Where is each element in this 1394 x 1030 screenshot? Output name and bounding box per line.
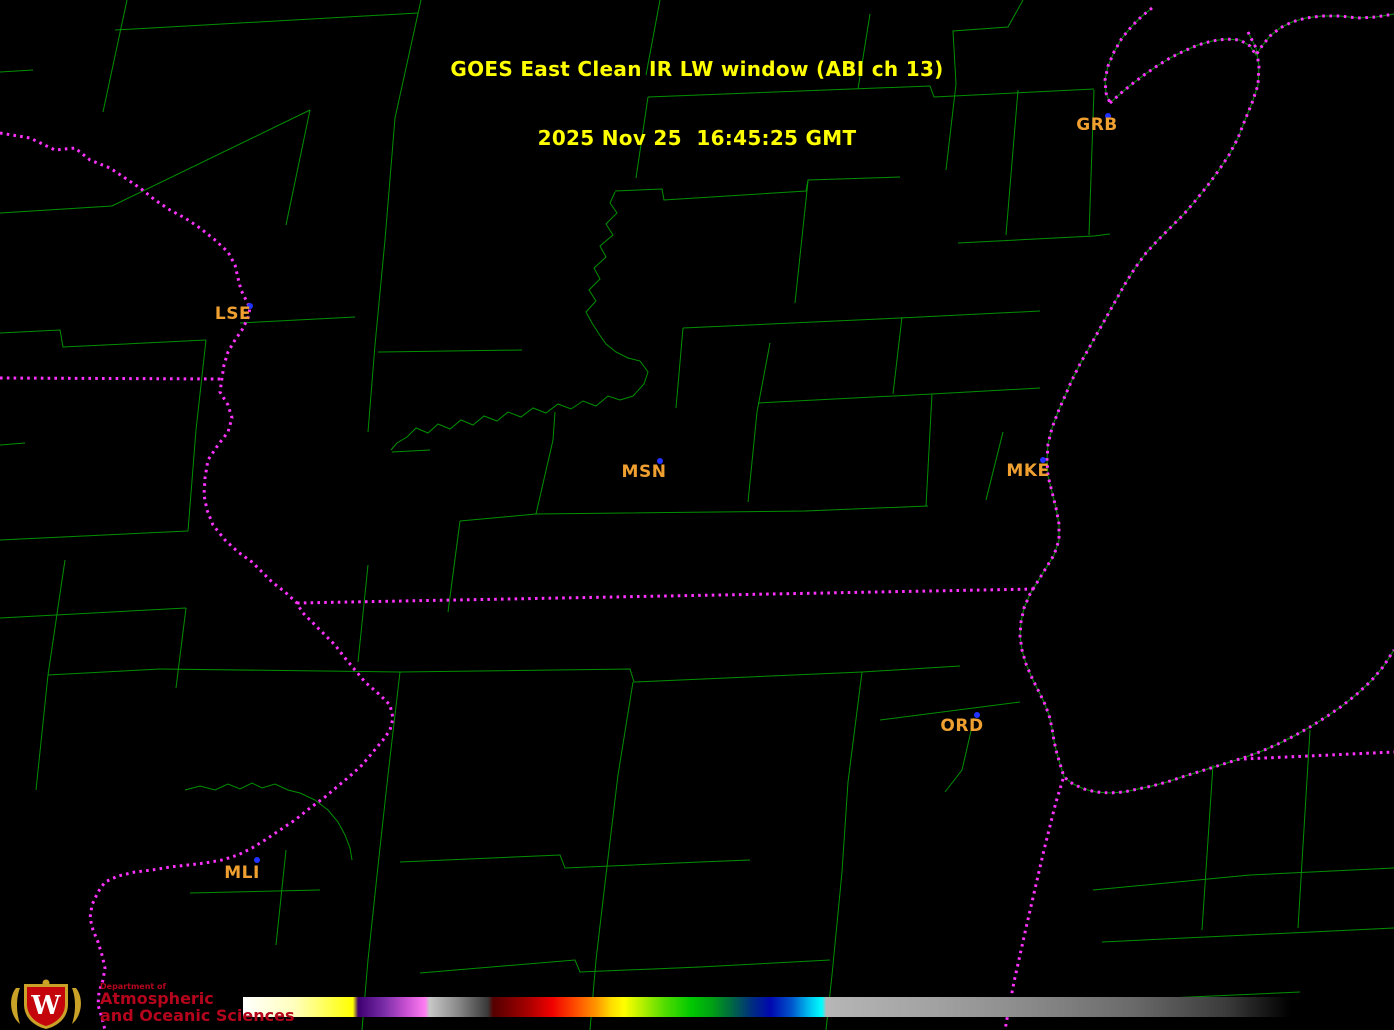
station-label: ORD — [940, 716, 984, 736]
county-boundary-line — [1297, 729, 1311, 929]
county-boundary-line — [159, 665, 961, 683]
county-boundary-line — [189, 889, 321, 894]
county-boundary-line — [1101, 927, 1394, 943]
county-boundary-line — [390, 360, 649, 451]
state-border-dotted — [0, 131, 395, 1030]
station-label: MKE — [1006, 461, 1050, 481]
county-boundary-line — [0, 329, 207, 348]
state-border-dotted — [1243, 750, 1394, 761]
county-boundary-line — [47, 559, 66, 676]
county-boundary-line — [377, 349, 523, 353]
county-boundary-line — [825, 671, 863, 1030]
state-border-dotted — [296, 587, 1036, 605]
county-boundary-line — [892, 316, 903, 395]
county-boundary-line — [419, 959, 831, 974]
county-boundary-line — [985, 431, 1004, 501]
station-label: LSE — [214, 304, 252, 324]
county-boundary-line — [275, 849, 287, 946]
county-boundary-line — [747, 342, 771, 503]
county-boundary-line — [195, 339, 207, 431]
county-boundary-line — [675, 327, 684, 409]
county-boundary-line — [47, 668, 161, 676]
county-boundary-line — [361, 671, 401, 1030]
county-boundary-line — [0, 607, 187, 619]
county-boundary-line — [399, 854, 751, 869]
uw-aos-logo: W Department of Atmospheric and Oceanic … — [6, 978, 346, 1030]
logo-text: Department of Atmospheric and Oceanic Sc… — [100, 982, 295, 1026]
logo-name-line2: and Oceanic Sciences — [100, 1006, 295, 1026]
county-boundary-line — [0, 442, 26, 446]
county-boundary-line — [184, 782, 353, 861]
county-boundary-line — [175, 607, 187, 689]
county-boundary-line — [535, 411, 556, 515]
county-boundary-line — [0, 530, 189, 541]
image-title: GOES East Clean IR LW window (ABI ch 13)… — [0, 12, 1394, 196]
county-boundary-line — [1201, 764, 1214, 931]
temperature-colorbar — [243, 997, 1290, 1017]
county-boundary-line — [447, 520, 461, 613]
county-boundary-line — [682, 310, 1041, 329]
state-border-dotted — [1003, 778, 1065, 1030]
state-border-dotted — [0, 376, 223, 381]
county-boundary-line — [35, 674, 49, 791]
county-boundary-line — [187, 429, 197, 532]
county-boundary-line — [585, 191, 641, 362]
uw-crest-icon: W — [11, 979, 81, 1029]
county-boundary-line — [757, 387, 1041, 404]
county-boundary-line — [391, 449, 431, 453]
station-label: MSN — [621, 462, 667, 482]
county-boundary-line — [357, 564, 369, 663]
county-boundary-line — [1092, 867, 1394, 891]
svg-text:W: W — [30, 991, 61, 1021]
county-boundary-line — [459, 505, 929, 522]
county-boundary-line — [589, 681, 634, 1030]
title-line-1: GOES East Clean IR LW window (ABI ch 13) — [450, 57, 944, 81]
county-boundary-line — [925, 393, 933, 507]
county-boundary-line — [239, 316, 356, 324]
station-label: MLI — [224, 863, 260, 883]
county-boundary-line — [0, 205, 113, 214]
satellite-image-viewer: GOES East Clean IR LW window (ABI ch 13)… — [0, 0, 1394, 1030]
title-line-2: 2025 Nov 25 16:45:25 GMT — [537, 126, 857, 150]
county-boundary-line — [794, 180, 809, 304]
county-boundary-line — [957, 233, 1111, 244]
